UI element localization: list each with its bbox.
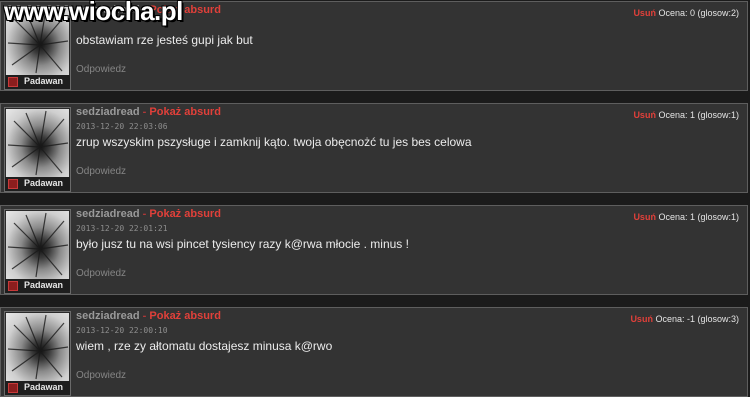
comment-text: było jusz tu na wsi pincet tysiency razy… — [76, 237, 409, 251]
separator: - — [142, 310, 147, 322]
rank-label: Padawan — [24, 382, 64, 392]
reply-link[interactable]: Odpowiedz — [76, 64, 126, 75]
comment-item: Padawan sedziadread - Pokaż absurd 2013-… — [0, 307, 748, 397]
rank-bar: Padawan — [5, 279, 70, 293]
rating-line: Usuń Ocena: 0 (glosow:2) — [633, 8, 739, 18]
separator: - — [142, 208, 147, 220]
rank-bar: Padawan — [5, 75, 70, 89]
rank-label: Padawan — [24, 76, 64, 86]
comment-item: Padawan sedziadread - Pokaż absurd 2013-… — [0, 103, 748, 193]
comment-item: Padawan sedziadread - Pokaż absurd 2013-… — [0, 205, 748, 295]
rating-text: Ocena: -1 (glosow:3) — [655, 314, 739, 324]
author-link[interactable]: sedziadread — [76, 208, 140, 220]
avatar[interactable] — [6, 211, 69, 279]
rating-line: Usuń Ocena: 1 (glosow:1) — [633, 212, 739, 222]
avatar-image — [7, 110, 69, 176]
rank-badge-icon — [8, 179, 18, 189]
avatar-image — [7, 314, 69, 380]
rating-line: Usuń Ocena: 1 (glosow:1) — [633, 110, 739, 120]
show-absurd-link[interactable]: Pokaż absurd — [149, 310, 221, 322]
reply-link[interactable]: Odpowiedz — [76, 370, 126, 381]
avatar-frame[interactable]: Padawan — [4, 209, 71, 294]
comment-date: 2013-12-20 22:03:06 — [76, 122, 168, 131]
comment-text: zrup wszyskim pszysługe i zamknij kąto. … — [76, 135, 472, 149]
rank-label: Padawan — [24, 280, 64, 290]
rank-label: Padawan — [24, 178, 64, 188]
rating-text: Ocena: 0 (glosow:2) — [658, 8, 739, 18]
rating-line: Usuń Ocena: -1 (glosow:3) — [630, 314, 739, 324]
rank-bar: Padawan — [5, 177, 70, 191]
author-link[interactable]: sedziadread — [76, 310, 140, 322]
delete-link[interactable]: Usuń — [633, 110, 656, 120]
separator: - — [142, 106, 147, 118]
rank-badge-icon — [8, 383, 18, 393]
avatar[interactable] — [6, 109, 69, 177]
reply-link[interactable]: Odpowiedz — [76, 268, 126, 279]
rating-text: Ocena: 1 (glosow:1) — [658, 212, 739, 222]
reply-link[interactable]: Odpowiedz — [76, 166, 126, 177]
avatar-image — [7, 212, 69, 278]
comment-date: 2013-12-20 22:00:10 — [76, 326, 168, 335]
avatar[interactable] — [6, 313, 69, 381]
delete-link[interactable]: Usuń — [630, 314, 653, 324]
avatar-frame[interactable]: Padawan — [4, 311, 71, 396]
comment-text: wiem , rze zy ałtomatu dostajesz minusa … — [76, 339, 333, 353]
author-line: sedziadread - Pokaż absurd — [76, 106, 221, 118]
delete-link[interactable]: Usuń — [633, 8, 656, 18]
comment-date: 2013-12-20 22:01:21 — [76, 224, 168, 233]
rank-badge-icon — [8, 77, 18, 87]
avatar-frame[interactable]: Padawan — [4, 107, 71, 192]
author-line: sedziadread - Pokaż absurd — [76, 208, 221, 220]
author-link[interactable]: sedziadread — [76, 106, 140, 118]
show-absurd-link[interactable]: Pokaż absurd — [149, 106, 221, 118]
author-line: sedziadread - Pokaż absurd — [76, 310, 221, 322]
comment-text: obstawiam rze jesteś gupi jak but — [76, 33, 253, 47]
delete-link[interactable]: Usuń — [633, 212, 656, 222]
rank-badge-icon — [8, 281, 18, 291]
show-absurd-link[interactable]: Pokaż absurd — [149, 208, 221, 220]
rank-bar: Padawan — [5, 381, 70, 395]
rating-text: Ocena: 1 (glosow:1) — [658, 110, 739, 120]
site-watermark: www.wiocha.pl — [4, 0, 183, 26]
